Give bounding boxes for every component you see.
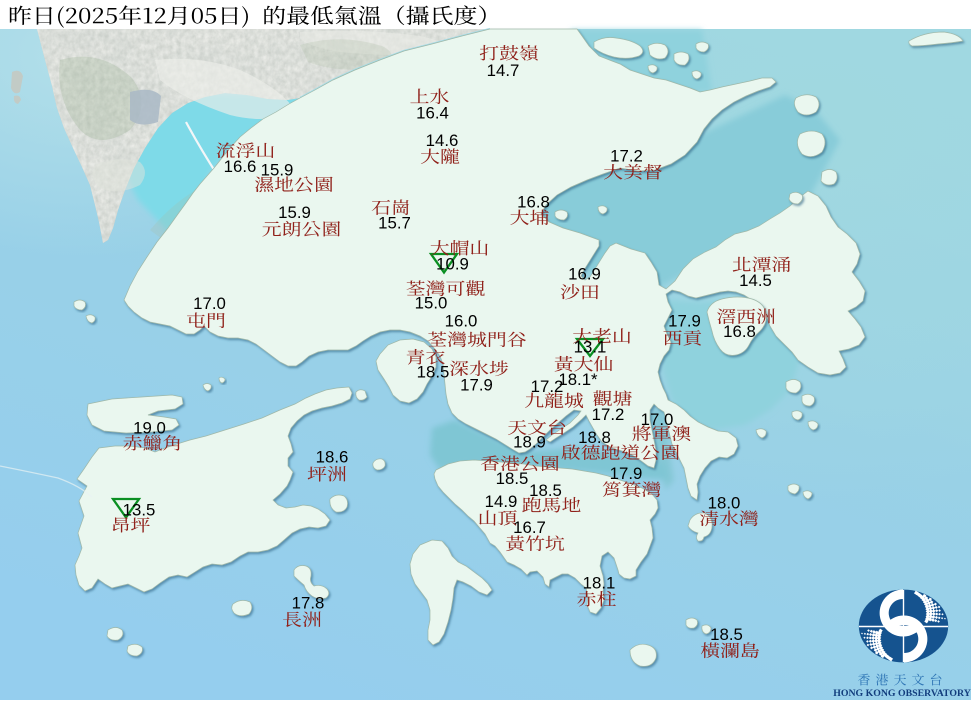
svg-text:17.9: 17.9 — [610, 464, 643, 483]
svg-text:15.7: 15.7 — [378, 214, 411, 233]
svg-text:16.9: 16.9 — [568, 265, 601, 284]
svg-text:15.0: 15.0 — [415, 294, 448, 313]
svg-text:19.0: 19.0 — [133, 419, 166, 438]
svg-text:18.6: 18.6 — [316, 448, 349, 467]
svg-text:16.6: 16.6 — [224, 157, 257, 176]
svg-text:18.0: 18.0 — [708, 494, 741, 513]
svg-text:16.0: 16.0 — [445, 312, 478, 331]
svg-text:18.9: 18.9 — [513, 433, 546, 452]
svg-text:14.9: 14.9 — [485, 492, 518, 511]
svg-text:16.8: 16.8 — [517, 193, 550, 212]
svg-text:17.2: 17.2 — [531, 377, 564, 396]
svg-text:17.2: 17.2 — [610, 147, 643, 166]
svg-text:18.5: 18.5 — [710, 625, 743, 644]
svg-text:18.5: 18.5 — [529, 481, 562, 500]
svg-text:17.8: 17.8 — [292, 594, 325, 613]
svg-text:15.9: 15.9 — [278, 203, 311, 222]
svg-text:17.9: 17.9 — [460, 376, 493, 395]
svg-text:10.9: 10.9 — [436, 255, 469, 274]
svg-text:16.7: 16.7 — [513, 518, 546, 537]
svg-text:16.8: 16.8 — [723, 322, 756, 341]
svg-text:18.5: 18.5 — [496, 469, 529, 488]
svg-text:13.1: 13.1 — [574, 338, 607, 357]
svg-text:HONG KONG OBSERVATORY: HONG KONG OBSERVATORY — [833, 688, 971, 699]
svg-text:13.5: 13.5 — [123, 501, 156, 520]
svg-text:18.1: 18.1 — [583, 574, 616, 593]
svg-text:17.9: 17.9 — [668, 312, 701, 331]
svg-text:18.5: 18.5 — [417, 363, 450, 382]
svg-text:18.8: 18.8 — [578, 428, 611, 447]
svg-text:16.4: 16.4 — [416, 104, 449, 123]
svg-text:15.9: 15.9 — [261, 161, 294, 180]
svg-text:14.5: 14.5 — [739, 271, 772, 290]
svg-text:14.6: 14.6 — [426, 131, 459, 150]
svg-text:18.1*: 18.1* — [558, 370, 598, 389]
svg-text:17.0: 17.0 — [193, 294, 226, 313]
svg-text:17.2: 17.2 — [592, 405, 625, 424]
svg-text:17.0: 17.0 — [641, 410, 674, 429]
svg-text:14.7: 14.7 — [487, 61, 520, 80]
